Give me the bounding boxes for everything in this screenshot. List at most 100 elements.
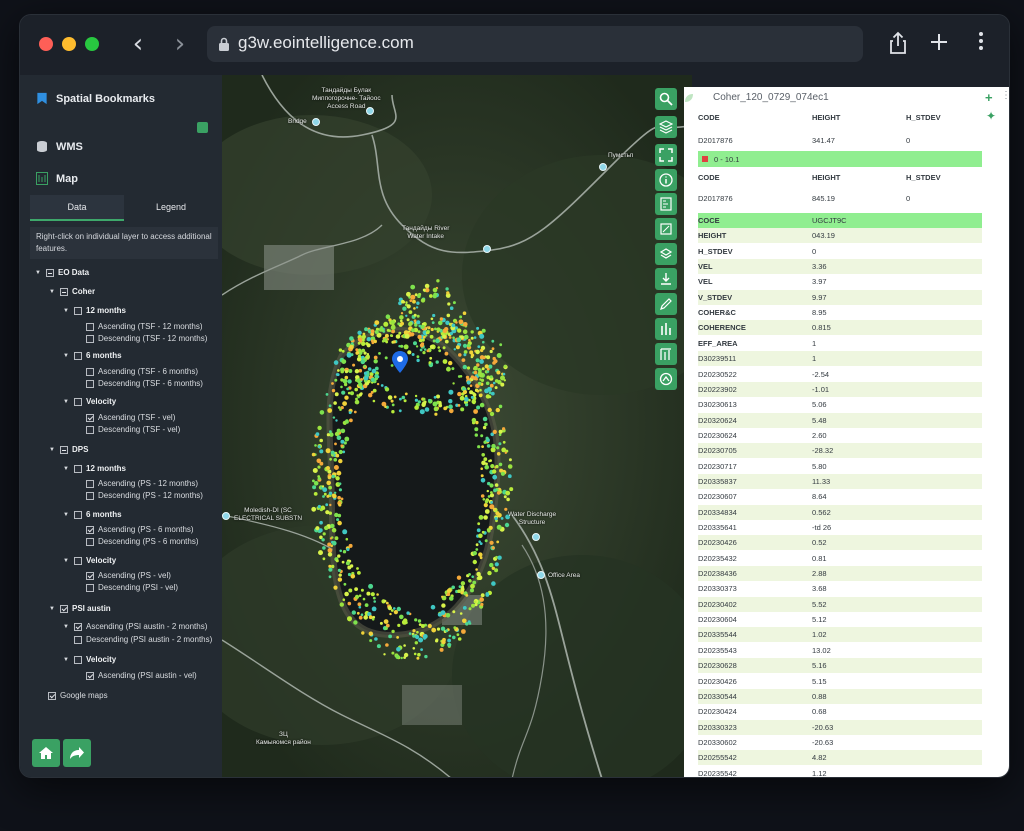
tree-coher-6-asc[interactable]: Ascending (TSF - 6 months) (86, 367, 198, 376)
query-tool-button[interactable] (655, 243, 677, 265)
caret-down-icon[interactable]: ▼ (62, 308, 70, 314)
attribute-row[interactable]: VEL 3.36 (698, 259, 982, 275)
attribute-row[interactable]: COHER&C 8.95 (698, 305, 982, 320)
layer-checkbox[interactable] (86, 525, 94, 534)
close-window-button[interactable] (39, 37, 53, 51)
tree-dps-6-desc[interactable]: Descending (PS - 6 months) (86, 537, 199, 546)
layer-checkbox[interactable] (74, 510, 82, 519)
attribute-row[interactable]: EFF_AREA 1 (698, 336, 982, 351)
attribute-row[interactable]: D20335641 -td 26 (698, 520, 982, 535)
tree-coher[interactable]: ▼ Coher (48, 287, 95, 296)
layer-checkbox[interactable] (48, 691, 56, 700)
wms-header[interactable]: WMS (36, 140, 83, 153)
attribute-row[interactable]: H_STDEV 0 (698, 244, 982, 259)
caret-down-icon[interactable]: ▼ (62, 512, 70, 518)
tree-dps-12[interactable]: ▼ 12 months (62, 464, 126, 473)
layer-checkbox[interactable] (86, 583, 94, 592)
attribute-row[interactable]: D20230624 2.60 (698, 428, 982, 443)
layer-checkbox[interactable] (74, 635, 82, 644)
map-poi-marker[interactable] (366, 107, 374, 115)
layer-checkbox[interactable] (86, 571, 94, 580)
edit-tool-button[interactable] (655, 293, 677, 315)
layer-checkbox[interactable] (86, 379, 94, 388)
attribute-row[interactable]: D30230613 5.06 (698, 397, 982, 412)
map-canvas[interactable]: Тандайды Булак Миппогорочне- Тайоос Acce… (222, 75, 692, 777)
layer-checkbox[interactable] (60, 287, 68, 296)
info-tool-button[interactable] (655, 169, 677, 191)
plus-icon[interactable] (926, 31, 952, 57)
tree-psi-asc[interactable]: ▼ Ascending (PSI austin - 2 months) (62, 622, 207, 631)
caret-down-icon[interactable]: ▼ (48, 606, 56, 612)
attribute-row[interactable]: D20335544 1.02 (698, 627, 982, 643)
chevron-right-icon[interactable]: › (166, 29, 194, 59)
attribute-row[interactable]: D30239511 1 (698, 351, 982, 367)
layer-checkbox[interactable] (74, 655, 82, 664)
attribute-row[interactable]: D20230705 -28.32 (698, 443, 982, 459)
more-vertical-icon[interactable] (968, 31, 994, 57)
attribute-row[interactable]: D20334834 0.562 (698, 504, 982, 520)
attribute-row[interactable]: D20230426 0.52 (698, 535, 982, 551)
caret-down-icon[interactable]: ▼ (62, 657, 70, 663)
attribute-row[interactable]: D20330373 3.68 (698, 581, 982, 596)
tree-coher-6-desc[interactable]: Descending (TSF - 6 months) (86, 379, 203, 388)
layer-checkbox[interactable] (74, 556, 82, 565)
layer-checkbox[interactable] (86, 367, 94, 376)
tab-data[interactable]: Data (30, 195, 124, 221)
tree-dps-12-desc[interactable]: Descending (PS - 12 months) (86, 491, 203, 500)
attribute-row[interactable]: D20235432 0.81 (698, 551, 982, 566)
attribute-row[interactable]: D20255542 4.82 (698, 750, 982, 766)
attribute-row[interactable]: HEIGHT 043.19 (698, 228, 982, 244)
layers-tool-button[interactable] (655, 116, 677, 138)
caret-down-icon[interactable]: ▼ (62, 558, 70, 564)
plus-icon[interactable]: + (985, 90, 993, 105)
layer-checkbox[interactable] (86, 413, 94, 422)
tree-psi-vel-asc[interactable]: Ascending (PSI austin - vel) (86, 671, 197, 680)
layer-checkbox[interactable] (74, 622, 82, 631)
layer-checkbox[interactable] (74, 351, 82, 360)
tree-coher-12-asc[interactable]: Ascending (TSF - 12 months) (86, 322, 202, 331)
layer-checkbox[interactable] (46, 268, 54, 277)
share-icon[interactable] (885, 31, 911, 57)
layer-checkbox[interactable] (60, 604, 68, 613)
layer-range-row[interactable]: 0 - 10.1 (698, 151, 982, 167)
layer-checkbox[interactable] (74, 397, 82, 406)
map-poi-marker[interactable] (222, 512, 230, 520)
map-poi-marker[interactable] (537, 571, 545, 579)
map-header[interactable]: Map (36, 172, 78, 185)
layer-checkbox[interactable] (60, 445, 68, 454)
attribute-row[interactable]: D20238436 2.88 (698, 566, 982, 582)
attribute-row[interactable]: D20230402 5.52 (698, 596, 982, 612)
table-row[interactable]: D2017876 845.19 0 (698, 191, 982, 206)
tree-dps[interactable]: ▼ DPS (48, 445, 88, 454)
timeseries-tool-button[interactable] (655, 343, 677, 365)
tree-coher-vel-desc[interactable]: Descending (TSF - vel) (86, 425, 180, 434)
attribute-row[interactable]: VEL 3.97 (698, 274, 982, 289)
tree-dps-vel-desc[interactable]: Descending (PSI - vel) (86, 583, 178, 592)
pin-icon[interactable]: ✦ (986, 109, 996, 123)
maximize-window-button[interactable] (85, 37, 99, 51)
route-tool-button[interactable] (655, 368, 677, 390)
layer-checkbox[interactable] (86, 479, 94, 488)
attribute-row[interactable]: D20230604 5.12 (698, 612, 982, 627)
map-poi-marker[interactable] (532, 533, 540, 541)
caret-down-icon[interactable]: ▼ (62, 466, 70, 472)
bookmark-add-button[interactable] (197, 122, 208, 133)
caret-down-icon[interactable]: ▼ (48, 289, 56, 295)
attribute-row[interactable]: D20230717 5.80 (698, 459, 982, 474)
table-row[interactable]: D2017876 341.47 0 (698, 133, 982, 148)
attribute-row[interactable]: D20235543 13.02 (698, 643, 982, 658)
attribute-row[interactable]: D20230426 5.15 (698, 674, 982, 689)
address-bar[interactable]: g3w.eointelligence.com (207, 26, 863, 62)
tree-coher-12[interactable]: ▼ 12 months (62, 306, 126, 315)
tree-coher-velocity[interactable]: ▼ Velocity (62, 397, 116, 406)
caret-down-icon[interactable]: ▼ (62, 353, 70, 359)
attribute-row[interactable]: D20230607 8.64 (698, 489, 982, 504)
caret-down-icon[interactable]: ▼ (62, 624, 70, 630)
download-tool-button[interactable] (655, 268, 677, 290)
tree-coher-12-desc[interactable]: Descending (TSF - 12 months) (86, 334, 207, 343)
home-button[interactable] (32, 739, 60, 767)
attribute-row[interactable]: COCE UGCJT9C (698, 213, 982, 228)
caret-down-icon[interactable]: ▼ (62, 399, 70, 405)
map-poi-marker[interactable] (599, 163, 607, 171)
map-poi-marker[interactable] (312, 118, 320, 126)
